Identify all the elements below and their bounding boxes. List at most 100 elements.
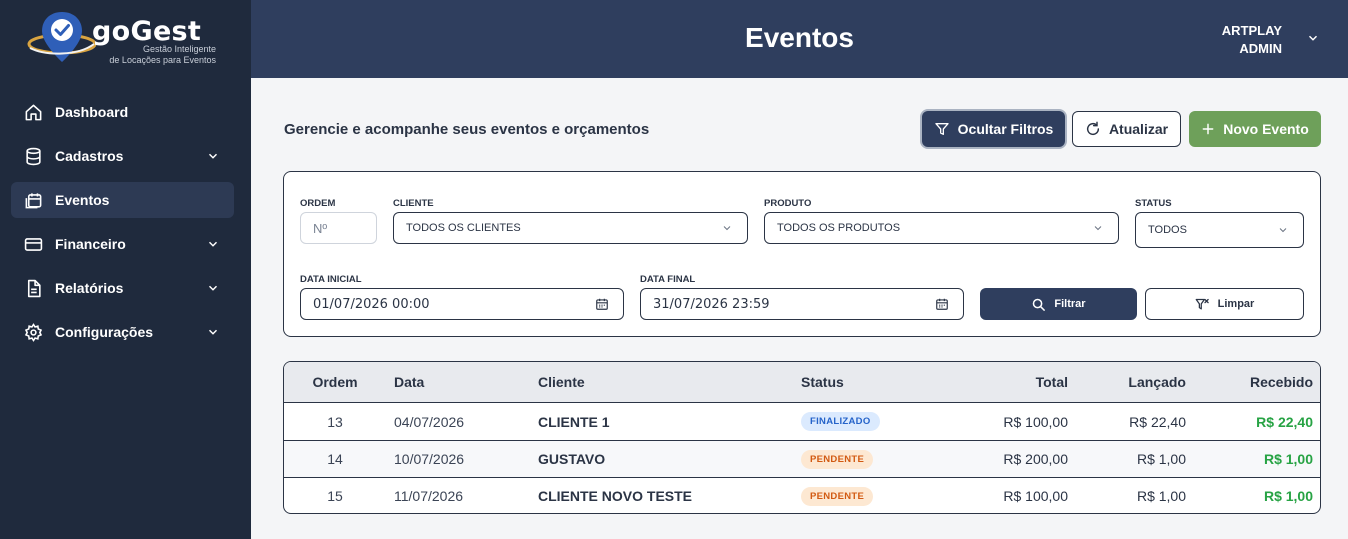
order-input[interactable]: Nº (300, 212, 377, 244)
cell-status: PENDENTE (801, 478, 874, 513)
cell-cliente: CLIENTE NOVO TESTE (538, 488, 693, 504)
chevron-down-icon (208, 241, 218, 247)
filter-button[interactable]: Filtrar (980, 288, 1137, 320)
cell-total: R$ 100,00 (1003, 413, 1068, 430)
sidebar: goGest Gestão Inteligente de Locações pa… (0, 0, 251, 539)
start-date-label: DATA INICIAL (300, 274, 362, 285)
table-row[interactable]: 15 11/07/2026 CLIENTE NOVO TESTE PENDENT… (284, 477, 1320, 513)
column-header-total[interactable]: Total (1036, 362, 1068, 402)
cell-cliente: GUSTAVO (538, 451, 606, 467)
column-header-data[interactable]: Data (394, 362, 424, 402)
plus-icon (1202, 123, 1214, 135)
cell-lancado: R$ 1,00 (1136, 451, 1186, 467)
chevron-down-icon (208, 153, 218, 159)
sidebar-item-label: Configurações (55, 324, 154, 340)
gear-icon (23, 322, 43, 342)
calendar-icon[interactable] (935, 297, 949, 311)
top-header: Eventos ARTPLAY ADMIN (251, 0, 1348, 78)
sidebar-item-relatorios[interactable]: Relatórios (11, 270, 234, 306)
filter-icon (934, 123, 949, 135)
status-select-value: TODOS (1148, 224, 1187, 236)
end-date-input[interactable]: 31/07/2026 23:59 (640, 288, 964, 320)
cell-total: R$ 200,00 (1003, 451, 1068, 467)
sidebar-nav: Dashboard Cadastros Eventos Financeiro R… (11, 94, 234, 358)
chevron-down-icon (208, 285, 218, 291)
page-title: Eventos (745, 22, 854, 53)
end-date-label: DATA FINAL (640, 274, 696, 285)
sidebar-item-label: Financeiro (55, 236, 126, 252)
sidebar-item-label: Relatórios (55, 280, 124, 296)
app-tagline-line1: Gestão Inteligente (142, 44, 216, 54)
chevron-down-icon[interactable] (1306, 31, 1320, 45)
app-name: goGest (92, 16, 202, 47)
sidebar-item-eventos[interactable]: Eventos (11, 182, 234, 218)
cell-lancado: R$ 22,40 (1129, 413, 1186, 430)
page-subtitle: Gerencie e acompanhe seus eventos e orça… (284, 121, 650, 138)
clear-filters-button[interactable]: Limpar (1145, 288, 1304, 320)
card-icon (23, 234, 43, 254)
refresh-label: Atualizar (1108, 121, 1169, 137)
report-icon (23, 278, 43, 298)
hide-filters-label: Ocultar Filtros (957, 121, 1054, 137)
cell-recebido: R$ 1,00 (1263, 488, 1313, 504)
home-icon (23, 102, 43, 122)
table-row[interactable]: 14 10/07/2026 GUSTAVO PENDENTE R$ 200,00… (284, 440, 1320, 477)
user-menu[interactable]: ARTPLAY ADMIN (1222, 22, 1282, 58)
table-row[interactable]: 13 04/07/2026 CLIENTE 1 FINALIZADO R$ 10… (284, 403, 1320, 440)
app-tagline-line2: de Locações para Eventos (109, 55, 216, 65)
refresh-icon (1086, 121, 1100, 136)
column-header-recebido[interactable]: Recebido (1250, 362, 1313, 402)
cell-ordem: 13 (327, 413, 343, 430)
status-label: STATUS (1135, 198, 1172, 209)
cell-total: R$ 100,00 (1003, 488, 1068, 504)
cell-data: 11/07/2026 (394, 488, 464, 504)
client-select[interactable]: TODOS OS CLIENTES (393, 212, 748, 244)
start-date-value: 01/07/2026 00:00 (313, 296, 430, 312)
search-icon (1033, 298, 1046, 311)
sidebar-item-configuracoes[interactable]: Configurações (11, 314, 234, 350)
user-role: ADMIN (1239, 41, 1282, 56)
column-header-cliente[interactable]: Cliente (538, 362, 585, 402)
status-badge: PENDENTE (801, 486, 874, 506)
app-logo[interactable]: goGest Gestão Inteligente de Locações pa… (26, 8, 226, 68)
product-select-value: TODOS OS PRODUTOS (777, 222, 901, 234)
new-event-button[interactable]: Novo Evento (1189, 111, 1321, 147)
sidebar-item-label: Cadastros (55, 148, 124, 164)
new-event-label: Novo Evento (1223, 121, 1309, 137)
cell-lancado: R$ 1,00 (1136, 488, 1186, 504)
end-date-value: 31/07/2026 23:59 (653, 296, 770, 312)
refresh-button[interactable]: Atualizar (1072, 111, 1181, 147)
filters-panel: ORDEM Nº CLIENTE TODOS OS CLIENTES PRODU… (283, 171, 1321, 337)
clear-button-label: Limpar (1217, 298, 1255, 310)
cell-status: FINALIZADO (801, 403, 880, 440)
sidebar-item-cadastros[interactable]: Cadastros (11, 138, 234, 174)
database-icon (23, 146, 43, 166)
column-header-status[interactable]: Status (801, 362, 844, 402)
sidebar-item-dashboard[interactable]: Dashboard (11, 94, 234, 130)
client-select-value: TODOS OS CLIENTES (406, 222, 521, 234)
cell-data: 10/07/2026 (394, 451, 465, 467)
column-header-lancado[interactable]: Lançado (1128, 362, 1186, 402)
chevron-down-icon (1279, 228, 1287, 233)
cell-ordem: 14 (327, 451, 343, 467)
client-label: CLIENTE (393, 198, 434, 209)
calendar-icon[interactable] (595, 297, 609, 311)
status-badge: FINALIZADO (801, 412, 880, 431)
product-select[interactable]: TODOS OS PRODUTOS (764, 212, 1119, 244)
filter-button-label: Filtrar (1054, 298, 1086, 310)
status-select[interactable]: TODOS (1135, 212, 1304, 248)
column-header-ordem[interactable]: Ordem (284, 362, 386, 402)
table-header: Ordem Data Cliente Status Total Lançado … (284, 362, 1320, 403)
filter-clear-icon (1195, 298, 1209, 309)
cell-recebido: R$ 22,40 (1256, 413, 1313, 430)
chevron-down-icon (208, 329, 218, 335)
hide-filters-button[interactable]: Ocultar Filtros (922, 111, 1065, 147)
sidebar-item-label: Eventos (55, 192, 110, 208)
cell-ordem: 15 (327, 488, 343, 504)
chevron-down-icon (723, 226, 731, 231)
order-placeholder: Nº (313, 220, 328, 236)
product-label: PRODUTO (764, 198, 812, 209)
start-date-input[interactable]: 01/07/2026 00:00 (300, 288, 624, 320)
sidebar-item-financeiro[interactable]: Financeiro (11, 226, 234, 262)
order-label: ORDEM (300, 198, 336, 209)
